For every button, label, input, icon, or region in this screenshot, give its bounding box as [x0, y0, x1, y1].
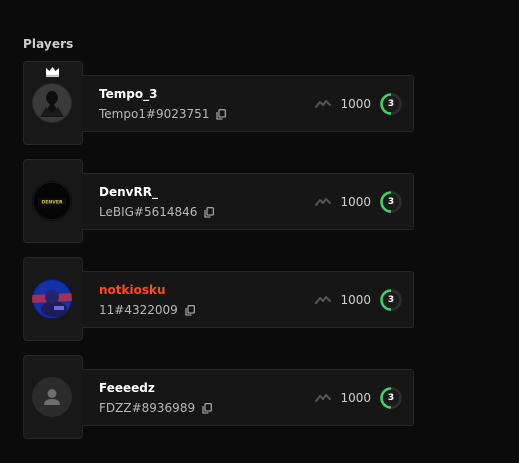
avatar-card[interactable]	[23, 355, 83, 439]
trend-icon	[315, 198, 332, 206]
player-name[interactable]: Tempo_3	[99, 87, 157, 101]
player-info-card[interactable]: Feeeedz FDZZ#8936989 1000 3	[82, 369, 414, 426]
player-tag: 11#4322009	[99, 303, 178, 317]
copy-icon[interactable]	[204, 206, 215, 218]
svg-text:DENVER: DENVER	[41, 200, 62, 206]
avatar-card[interactable]	[23, 257, 83, 341]
level-value: 3	[387, 295, 395, 305]
player-tag-line: FDZZ#8936989	[99, 401, 212, 415]
crown-icon	[46, 67, 59, 77]
level-badge: 3	[379, 386, 403, 410]
player-tag-line: 11#4322009	[99, 303, 195, 317]
player-tag-line: LeBIG#5614846	[99, 205, 215, 219]
player-name[interactable]: Feeeedz	[99, 381, 155, 395]
avatar-card[interactable]: DENVER	[23, 159, 83, 243]
trend-icon	[315, 296, 332, 304]
avatar	[32, 83, 72, 123]
player-tag-line: Tempo1#9023751	[99, 107, 227, 121]
section-title: Players	[23, 37, 74, 51]
player-row[interactable]: Tempo_3 Tempo1#9023751 1000 3	[23, 61, 415, 145]
player-tag: FDZZ#8936989	[99, 401, 196, 415]
level-value: 3	[387, 197, 395, 207]
avatar-card[interactable]	[23, 61, 83, 145]
player-info-card[interactable]: notkiosku 11#4322009 1000 3	[82, 271, 414, 328]
trend-icon	[315, 394, 332, 402]
player-tag: LeBIG#5614846	[99, 205, 198, 219]
copy-icon[interactable]	[216, 108, 227, 120]
player-row[interactable]: DENVER DenvRR_ LeBIG#5614846 1000 3	[23, 159, 415, 243]
avatar	[32, 377, 72, 417]
copy-icon[interactable]	[202, 402, 212, 414]
level-badge: 3	[379, 288, 403, 312]
player-name[interactable]: DenvRR_	[99, 185, 158, 199]
rating-value: 1000	[340, 293, 371, 307]
level-value: 3	[387, 99, 395, 109]
copy-icon[interactable]	[185, 304, 195, 316]
rating-value: 1000	[340, 391, 371, 405]
player-info-card[interactable]: Tempo_3 Tempo1#9023751 1000 3	[82, 75, 414, 132]
player-stats: 1000 3	[315, 190, 403, 214]
player-name[interactable]: notkiosku	[99, 283, 166, 297]
player-row[interactable]: Feeeedz FDZZ#8936989 1000 3	[23, 355, 415, 439]
level-value: 3	[387, 393, 395, 403]
player-stats: 1000 3	[315, 386, 403, 410]
rating-value: 1000	[340, 97, 371, 111]
rating-value: 1000	[340, 195, 371, 209]
avatar	[32, 279, 72, 319]
level-badge: 3	[379, 92, 403, 116]
player-tag: Tempo1#9023751	[99, 107, 210, 121]
player-stats: 1000 3	[315, 92, 403, 116]
trend-icon	[315, 100, 332, 108]
avatar: DENVER	[32, 181, 72, 221]
player-row[interactable]: notkiosku 11#4322009 1000 3	[23, 257, 415, 341]
player-info-card[interactable]: DenvRR_ LeBIG#5614846 1000 3	[82, 173, 414, 230]
player-stats: 1000 3	[315, 288, 403, 312]
level-badge: 3	[379, 190, 403, 214]
